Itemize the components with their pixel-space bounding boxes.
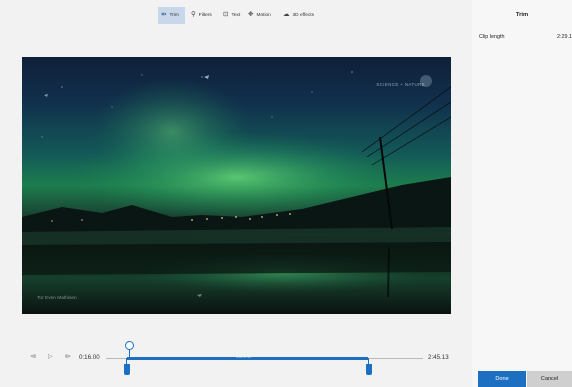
watermark: SCIENCE + NATURE <box>376 82 425 87</box>
motion-icon: ✥ <box>248 11 254 19</box>
play-icon: ▷ <box>48 354 53 360</box>
text-icon: ⊡ <box>223 11 229 19</box>
clip-length-value: 2:29.1 <box>557 34 572 40</box>
trim-panel: Trim Clip length 2:29.1 <box>472 0 572 387</box>
tab-motion[interactable]: ✥ Motion <box>245 7 276 24</box>
end-time: 2:45.13 <box>428 354 449 361</box>
current-time: 0:16.00 <box>79 354 100 361</box>
clip-length-label: Clip length <box>479 34 505 40</box>
tab-text[interactable]: ⊡ Text <box>220 7 244 24</box>
play-button[interactable]: ▷ <box>48 354 53 360</box>
playhead-stem <box>129 350 130 358</box>
tab-text-label: Text <box>231 13 241 18</box>
done-button[interactable]: Done <box>478 371 526 387</box>
video-credit: Tor Even Mathisen <box>37 296 77 301</box>
tab-filters[interactable]: ⚲ Filters <box>188 7 218 24</box>
panel-title: Trim <box>515 12 529 18</box>
trim-end-handle[interactable] <box>366 364 372 375</box>
toolbar: ⇹ Trim ⚲ Filters ⊡ Text ✥ Motion ☁ 3D ef… <box>0 7 472 24</box>
playhead-handle[interactable] <box>125 341 134 350</box>
tab-motion-label: Motion <box>256 13 271 18</box>
next-frame-icon: ⧐ <box>65 354 71 360</box>
previous-frame-icon: ⧏ <box>30 354 36 360</box>
3d-effects-icon: ☁ <box>283 11 290 19</box>
tab-3d-effects[interactable]: ☁ 3D effects <box>280 7 316 24</box>
tab-trim[interactable]: ⇹ Trim <box>158 7 185 24</box>
trim-duration-label: 0:00:17.99 <box>236 355 252 359</box>
next-frame-button[interactable]: ⧐ <box>65 354 71 360</box>
tab-3d-effects-label: 3D effects <box>292 13 315 18</box>
trim-start-handle[interactable] <box>124 364 130 375</box>
video-preview[interactable]: SCIENCE + NATURE Tor Even Mathisen <box>22 57 451 314</box>
editor-main: ⇹ Trim ⚲ Filters ⊡ Text ✥ Motion ☁ 3D ef… <box>0 0 472 387</box>
trim-icon: ⇹ <box>161 11 167 19</box>
cancel-button[interactable]: Cancel <box>527 371 572 387</box>
filters-icon: ⚲ <box>191 11 196 19</box>
tab-filters-label: Filters <box>198 13 212 18</box>
previous-frame-button[interactable]: ⧏ <box>30 354 36 360</box>
tab-trim-label: Trim <box>169 13 179 18</box>
aurora-image <box>22 71 451 298</box>
